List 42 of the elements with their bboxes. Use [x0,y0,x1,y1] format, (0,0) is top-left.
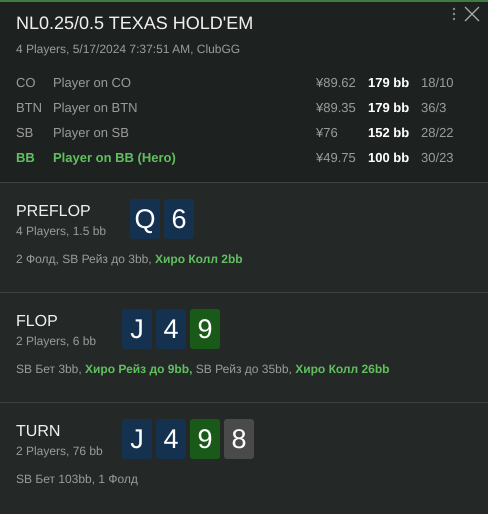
playing-card: 8 [224,419,254,459]
playing-card: 9 [190,419,220,459]
playing-card: 4 [156,309,186,349]
window-title: NL0.25/0.5 TEXAS HOLD'EM [16,12,254,35]
player-stats: 30/23 [421,148,454,167]
more-icon[interactable] [452,6,456,22]
player-position: BTN [16,98,43,117]
player-stack: ¥76 [316,124,339,142]
player-stack: ¥49.75 [316,148,357,167]
player-name: Player on BTN [53,98,139,117]
street-title: FLOP [16,312,59,332]
street-actions: SB Бет 103bb, 1 Фолд [16,471,139,488]
street-actions: SB Бет 3bb, Хиро Рейз до 9bb, SB Рейз до 35bb, Хиро Колл 26bb [16,361,391,378]
player-name: Player on SB [53,124,130,142]
player-bb: 100 bb [368,148,410,167]
close-icon[interactable] [464,6,480,22]
player-position: SB [16,124,34,142]
player-bb: 179 bb [368,74,410,92]
player-stack: ¥89.62 [316,74,357,92]
playing-card: Q [130,199,160,239]
player-stack: ¥89.35 [316,98,357,117]
playing-card: 6 [164,199,194,239]
player-name: Player on BB (Hero) [53,148,177,167]
hand-info: 4 Players, 5/17/2024 7:37:51 AM, ClubGG [16,41,242,58]
street-actions: 2 Фолд, SB Рейз до 3bb, Хиро Колл 2bb [16,251,244,268]
street-info: 2 Players, 6 bb [16,333,98,350]
player-stats: 36/3 [421,98,446,117]
playing-card: 4 [156,419,186,459]
player-name: Player on CO [53,74,132,92]
street-title: TURN [16,422,62,442]
street-info: 2 Players, 76 bb [16,443,104,460]
player-position: CO [16,74,36,92]
playing-card: J [122,309,152,349]
player-stats: 18/10 [421,74,454,92]
player-bb: 152 bb [368,124,410,142]
street-title: PREFLOP [16,202,92,222]
playing-card: J [122,419,152,459]
playing-card: 9 [190,309,220,349]
player-position: BB [16,148,36,167]
player-bb: 179 bb [368,98,410,117]
street-info: 4 Players, 1.5 bb [16,223,108,240]
player-stats: 28/22 [421,124,454,142]
